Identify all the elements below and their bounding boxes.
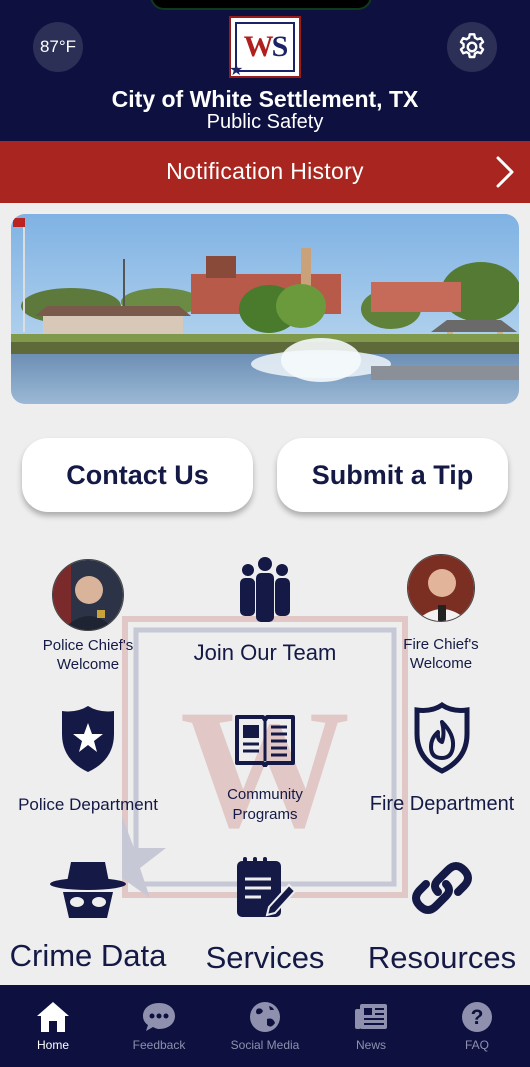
nav-feedback[interactable]: Feedback (106, 985, 212, 1067)
team-icon (240, 557, 290, 622)
question-icon: ? (462, 1002, 492, 1032)
nav-social-media-label: Social Media (230, 1038, 300, 1052)
police-chief-label: Police Chief's Welcome (42, 637, 134, 673)
nav-home-label: Home (36, 1038, 69, 1052)
clipboard-edit-icon (237, 857, 297, 917)
police-department-label: Police Department (18, 795, 158, 814)
nav-home[interactable]: Home (0, 985, 106, 1067)
svg-text:?: ? (471, 1006, 484, 1029)
nav-news-label: News (355, 1038, 386, 1052)
device-notch (150, 0, 372, 10)
weather-badge[interactable]: 87°F (33, 22, 83, 72)
newspaper-icon (355, 1004, 387, 1029)
resources-label: Resources (367, 940, 517, 975)
contact-us-button[interactable]: Contact Us (22, 438, 253, 512)
open-book-icon (235, 715, 295, 767)
star-icon: ★ (229, 62, 244, 79)
bottom-nav: Home Feedback Social Media News ? FAQ (0, 985, 530, 1067)
logo-letter-s: S (271, 30, 289, 63)
join-our-team-label: Join Our Team (193, 640, 337, 665)
fire-department-label: Fire Department (369, 793, 515, 815)
fire-chief-welcome-tile[interactable]: Fire Chief's Welcome (381, 554, 501, 673)
police-badge-icon (62, 706, 114, 772)
hero-park-photo (11, 214, 519, 404)
chat-icon (143, 1003, 175, 1031)
nav-faq[interactable]: ? FAQ (424, 985, 530, 1067)
nav-feedback-label: Feedback (132, 1038, 186, 1052)
crime-data-label: Crime Data (9, 938, 167, 973)
community-programs-label: Community Programs (227, 786, 303, 823)
nav-news[interactable]: News (318, 985, 424, 1067)
join-our-team-tile[interactable]: Join Our Team (175, 556, 355, 666)
notification-history-label: Notification History (166, 158, 364, 184)
crime-data-tile[interactable]: Crime Data (6, 858, 170, 974)
services-label: Services (205, 940, 325, 975)
nav-social-media[interactable]: Social Media (212, 985, 318, 1067)
fire-department-tile[interactable]: Fire Department (362, 702, 522, 816)
notification-history-bar[interactable]: Notification History (0, 141, 530, 203)
submit-tip-button[interactable]: Submit a Tip (277, 438, 508, 512)
nav-faq-label: FAQ (464, 1038, 489, 1052)
police-department-tile[interactable]: Police Department (6, 704, 170, 815)
resources-tile[interactable]: Resources (362, 856, 522, 976)
detective-icon (50, 862, 126, 918)
police-chief-avatar (52, 559, 124, 631)
gear-icon (459, 33, 485, 59)
app-subtitle: Public Safety (206, 111, 324, 133)
ws-logo: WS ★ (229, 16, 301, 79)
logo-letter-w: W (243, 30, 274, 63)
police-chief-welcome-tile[interactable]: Police Chief's Welcome (28, 559, 148, 674)
home-icon (37, 1002, 69, 1032)
link-icon (412, 862, 472, 914)
chevron-right-icon (496, 156, 514, 188)
fire-shield-icon (414, 702, 470, 774)
community-programs-tile[interactable]: Community Programs (205, 711, 325, 825)
app-header: 87°F WS ★ City of White Settlement, TX P… (0, 0, 530, 141)
fire-chief-label: Fire Chief's Welcome (403, 636, 479, 672)
services-tile[interactable]: Services (185, 855, 345, 976)
globe-icon (250, 1002, 280, 1032)
settings-button[interactable] (447, 22, 497, 72)
city-title: City of White Settlement, TX (111, 86, 419, 112)
fire-chief-avatar (407, 554, 475, 622)
